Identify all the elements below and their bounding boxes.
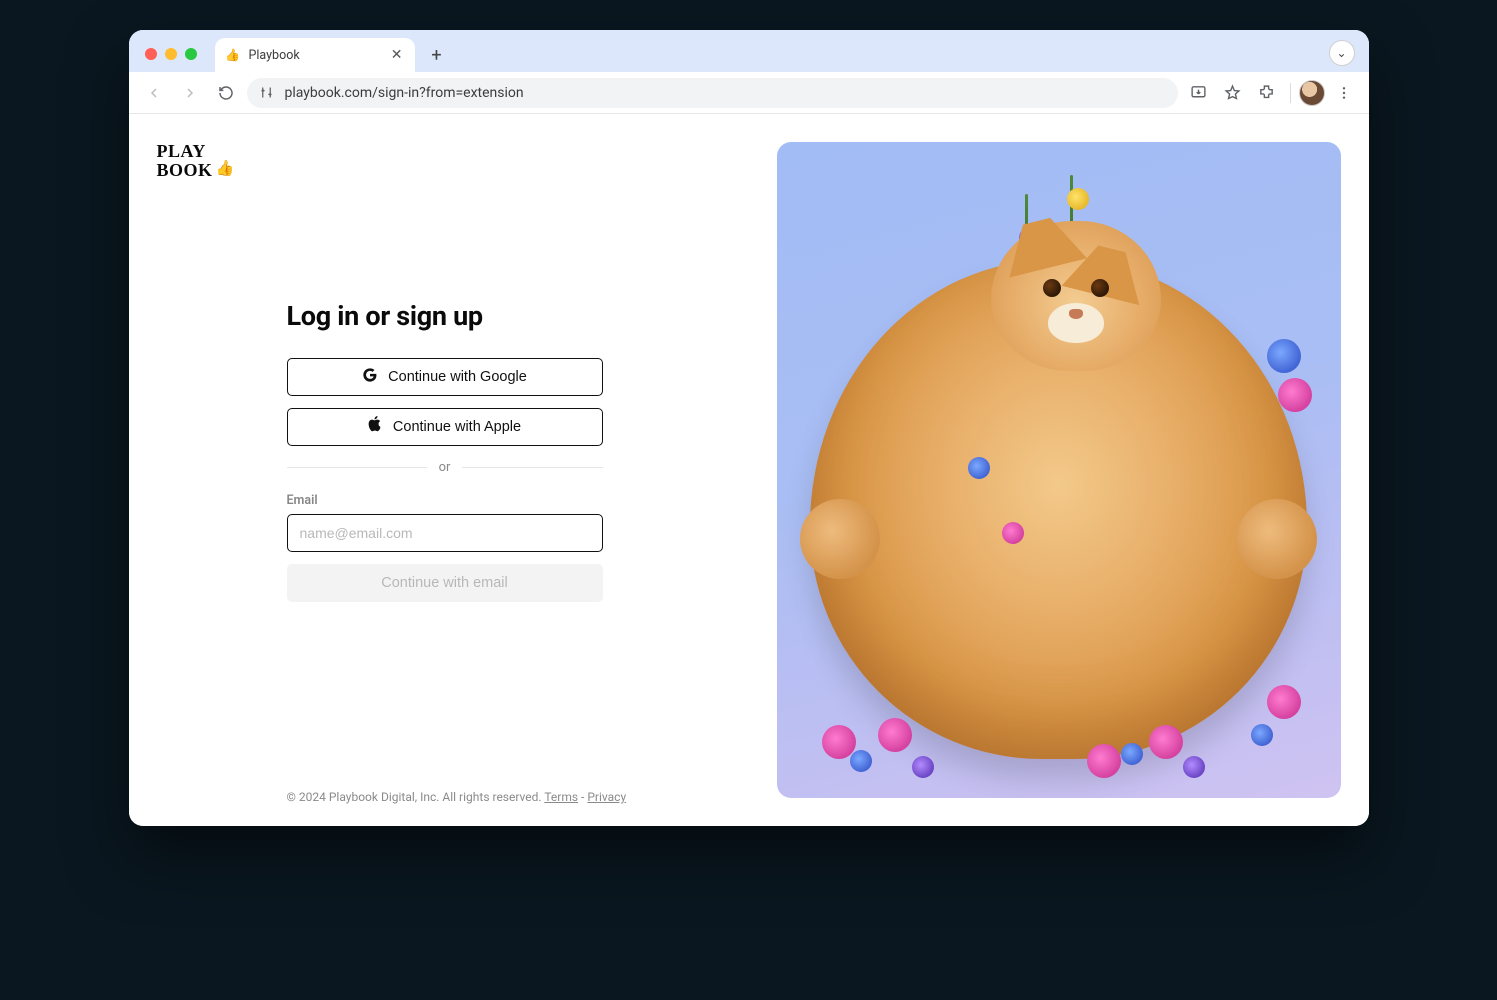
footer-dash: - [581, 790, 584, 804]
footer-terms-link[interactable]: Terms [544, 790, 578, 804]
right-column [777, 114, 1369, 826]
nav-back-button[interactable] [139, 78, 169, 108]
continue-with-email-button[interactable]: Continue with email [287, 564, 603, 602]
auth-form: Log in or sign up Continue with Google C… [287, 300, 603, 602]
tab-title: Playbook [249, 48, 300, 63]
profile-avatar[interactable] [1299, 80, 1325, 106]
flower-icon [1267, 685, 1301, 719]
tabs-dropdown-button[interactable]: ⌄ [1329, 40, 1355, 66]
window-close-dot[interactable] [145, 48, 157, 60]
nav-reload-button[interactable] [211, 78, 241, 108]
flower-icon [912, 756, 934, 778]
email-label: Email [287, 493, 603, 508]
apple-icon [368, 416, 383, 437]
tab-active[interactable]: 👍 Playbook ✕ [215, 38, 415, 72]
separator-label: or [439, 460, 451, 475]
footer-privacy-link[interactable]: Privacy [587, 790, 626, 804]
extensions-icon[interactable] [1252, 78, 1282, 108]
overflow-menu-icon[interactable] [1329, 78, 1359, 108]
flower-icon [1087, 744, 1121, 778]
form-title: Log in or sign up [287, 300, 603, 332]
footer: © 2024 Playbook Digital, Inc. All rights… [287, 790, 777, 804]
flower-icon [850, 750, 872, 772]
hero-illustration [777, 142, 1341, 798]
install-app-icon[interactable] [1184, 78, 1214, 108]
flower-icon [968, 457, 990, 479]
flower-icon [1278, 378, 1312, 412]
google-button-label: Continue with Google [388, 369, 527, 385]
footer-copyright: © 2024 Playbook Digital, Inc. All rights… [287, 790, 542, 804]
nav-forward-button[interactable] [175, 78, 205, 108]
bookmark-icon[interactable] [1218, 78, 1248, 108]
site-settings-icon[interactable] [259, 85, 275, 101]
flower-icon [878, 718, 912, 752]
logo-line2: BOOK [157, 161, 213, 180]
flower-icon [822, 725, 856, 759]
page-content: PLAY BOOK 👍 Log in or sign up Continue w… [129, 114, 1369, 826]
flower-icon [1121, 743, 1143, 765]
playbook-logo[interactable]: PLAY BOOK 👍 [157, 142, 235, 180]
address-bar[interactable]: playbook.com/sign-in?from=extension [247, 78, 1178, 108]
flower-icon [1267, 339, 1301, 373]
toolbar: playbook.com/sign-in?from=extension [129, 72, 1369, 114]
new-tab-button[interactable]: + [423, 41, 451, 69]
address-url: playbook.com/sign-in?from=extension [285, 85, 524, 101]
browser-window: 👍 Playbook ✕ + ⌄ playbook.com/sign-in?fr… [129, 30, 1369, 826]
toolbar-divider [1290, 83, 1291, 103]
flower-icon [1149, 725, 1183, 759]
toolbar-right [1184, 78, 1359, 108]
tab-close-icon[interactable]: ✕ [389, 45, 405, 65]
cat-head-icon [991, 221, 1161, 371]
email-input[interactable] [287, 514, 603, 552]
cat-eye-icon [1091, 279, 1109, 297]
logo-line1: PLAY [157, 142, 235, 161]
left-column: PLAY BOOK 👍 Log in or sign up Continue w… [129, 114, 777, 826]
flower-icon [1251, 724, 1273, 746]
traffic-lights [145, 48, 197, 72]
continue-with-google-button[interactable]: Continue with Google [287, 358, 603, 396]
apple-button-label: Continue with Apple [393, 419, 521, 435]
window-zoom-dot[interactable] [185, 48, 197, 60]
thumbs-up-icon: 👍 [216, 162, 235, 178]
cat-muzzle-icon [1048, 303, 1104, 343]
separator-or: or [287, 460, 603, 475]
google-icon [362, 367, 378, 387]
tab-strip: 👍 Playbook ✕ + ⌄ [129, 30, 1369, 72]
continue-with-apple-button[interactable]: Continue with Apple [287, 408, 603, 446]
cat-eye-icon [1043, 279, 1061, 297]
flower-icon [1183, 756, 1205, 778]
playbook-favicon-icon: 👍 [225, 47, 241, 63]
window-minimize-dot[interactable] [165, 48, 177, 60]
